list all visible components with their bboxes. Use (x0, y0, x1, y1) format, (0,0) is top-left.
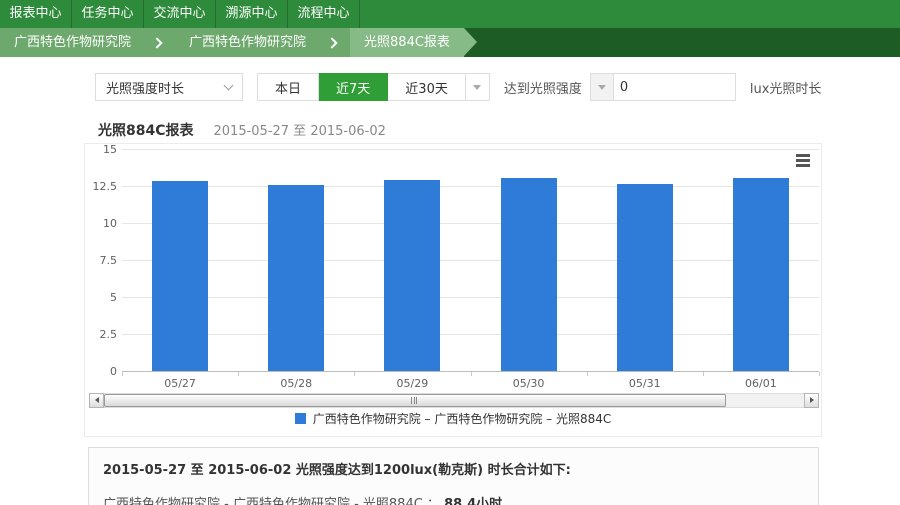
report-type-select[interactable]: 光照强度时长 (95, 73, 243, 101)
threshold-dropdown-button[interactable] (590, 73, 614, 101)
scrollbar-thumb[interactable] (104, 394, 726, 407)
breadcrumb: 广西特色作物研究院 广西特色作物研究院 光照884C报表 (0, 28, 900, 57)
x-axis-tick (354, 372, 355, 376)
y-axis-tick-label: 15 (85, 143, 117, 156)
chevron-right-icon (151, 37, 162, 48)
y-axis-tick-label: 5 (85, 291, 117, 304)
x-axis-tick-label: 05/30 (494, 377, 564, 390)
summary-row-value: 88.4小时 (444, 497, 502, 505)
legend-label: 广西特色作物研究院 – 广西特色作物研究院 – 光照884C (313, 410, 612, 427)
report-date-range: 2015-05-27 至 2015-06-02 (214, 120, 386, 139)
caret-down-icon (598, 85, 606, 90)
caret-down-icon (473, 85, 481, 90)
filter-row: 光照强度时长 本日 近7天 近30天 达到光照强度 lux光照时长 (95, 73, 821, 101)
report-title-row: 光照884C报表 2015-05-27 至 2015-06-02 (98, 120, 386, 140)
breadcrumb-label: 广西特色作物研究院 (14, 28, 131, 57)
x-axis-tick-label: 05/29 (377, 377, 447, 390)
report-type-value: 光照强度时长 (106, 78, 184, 97)
gridline (122, 334, 819, 335)
gridline (122, 223, 819, 224)
chart-menu-icon[interactable] (796, 154, 810, 169)
chart-bar[interactable] (268, 185, 324, 371)
chevron-left-icon (95, 397, 99, 403)
chevron-right-icon (810, 397, 814, 403)
summary-row-label: 广西特色作物研究院 - 广西特色作物研究院 - 光照884C ： (103, 497, 440, 505)
light-report-chart: 0 2.5 5 7.5 10 12.5 15 05/27 05/28 05/29 05/30 05/3… (84, 143, 822, 437)
range-button-30days[interactable]: 近30天 (388, 73, 466, 101)
date-range-button-group: 本日 近7天 近30天 (257, 73, 490, 101)
y-axis-tick-label: 10 (85, 217, 117, 230)
y-axis-tick-label: 7.5 (85, 254, 117, 267)
chart-bar[interactable] (152, 181, 208, 371)
scrollbar-right-arrow[interactable] (804, 393, 819, 408)
x-axis-tick-label: 06/01 (726, 377, 796, 390)
chart-bar[interactable] (617, 184, 673, 371)
x-axis-tick-label: 05/27 (145, 377, 215, 390)
threshold-input[interactable] (614, 73, 736, 101)
breadcrumb-item-org[interactable]: 广西特色作物研究院 (0, 28, 175, 57)
reach-intensity-label: 达到光照强度 (504, 78, 582, 97)
chart-bar[interactable] (733, 178, 789, 371)
top-nav: 报表中心 任务中心 交流中心 溯源中心 流程中心 (0, 0, 900, 28)
x-axis-tick-label: 05/31 (610, 377, 680, 390)
breadcrumb-label: 光照884C报表 (364, 28, 450, 57)
nav-item-report-center[interactable]: 报表中心 (0, 0, 72, 28)
nav-item-communication-center[interactable]: 交流中心 (144, 0, 216, 28)
summary-panel: 2015-05-27 至 2015-06-02 光照强度达到1200lux(勒克… (88, 447, 819, 505)
breadcrumb-item-suborg[interactable]: 广西特色作物研究院 (175, 28, 350, 57)
gridline (122, 260, 819, 261)
page: 报表中心 任务中心 交流中心 溯源中心 流程中心 广西特色作物研究院 广西特色作… (0, 0, 900, 505)
breadcrumb-item-report[interactable]: 光照884C报表 (350, 28, 464, 57)
nav-item-task-center[interactable]: 任务中心 (72, 0, 144, 28)
gridline (122, 186, 819, 187)
y-axis-tick-label: 2.5 (85, 328, 117, 341)
summary-heading: 2015-05-27 至 2015-06-02 光照强度达到1200lux(勒克… (103, 459, 804, 478)
chart-plot-area: 0 2.5 5 7.5 10 12.5 15 05/27 05/28 05/29 05/30 05/3… (85, 144, 821, 392)
x-axis-tick (587, 372, 588, 376)
scrollbar-track[interactable] (104, 393, 804, 408)
scrollbar-left-arrow[interactable] (89, 393, 104, 408)
lux-duration-label: lux光照时长 (750, 78, 822, 97)
chart-bar[interactable] (501, 178, 557, 371)
x-axis-tick (238, 372, 239, 376)
x-axis-tick-label: 05/28 (261, 377, 331, 390)
nav-item-trace-center[interactable]: 溯源中心 (216, 0, 288, 28)
range-more-button[interactable] (466, 73, 490, 101)
x-axis-tick (471, 372, 472, 376)
breadcrumb-label: 广西特色作物研究院 (189, 28, 306, 57)
range-button-7days[interactable]: 近7天 (319, 73, 388, 101)
chart-scrollbar[interactable] (89, 393, 819, 408)
y-axis-tick-label: 12.5 (85, 180, 117, 193)
summary-row: 广西特色作物研究院 - 广西特色作物研究院 - 光照884C ： 88.4小时 (103, 493, 804, 505)
chevron-right-icon (326, 37, 337, 48)
y-axis-tick-label: 0 (85, 365, 117, 378)
range-button-today[interactable]: 本日 (257, 73, 319, 101)
chevron-down-icon (224, 80, 234, 90)
breadcrumb-arrow-tip (464, 28, 477, 56)
gridline (122, 149, 819, 150)
x-axis-tick (122, 372, 123, 376)
scrollbar-grip-icon (411, 397, 417, 404)
x-axis-tick (703, 372, 704, 376)
x-axis-tick (819, 372, 820, 376)
page-title: 光照884C报表 (98, 120, 194, 140)
gridline (122, 297, 819, 298)
chart-legend[interactable]: 广西特色作物研究院 – 广西特色作物研究院 – 光照884C (85, 410, 821, 427)
chart-bar[interactable] (384, 180, 440, 371)
nav-item-process-center[interactable]: 流程中心 (288, 0, 360, 28)
legend-swatch (295, 413, 306, 424)
threshold-input-group (590, 73, 736, 101)
